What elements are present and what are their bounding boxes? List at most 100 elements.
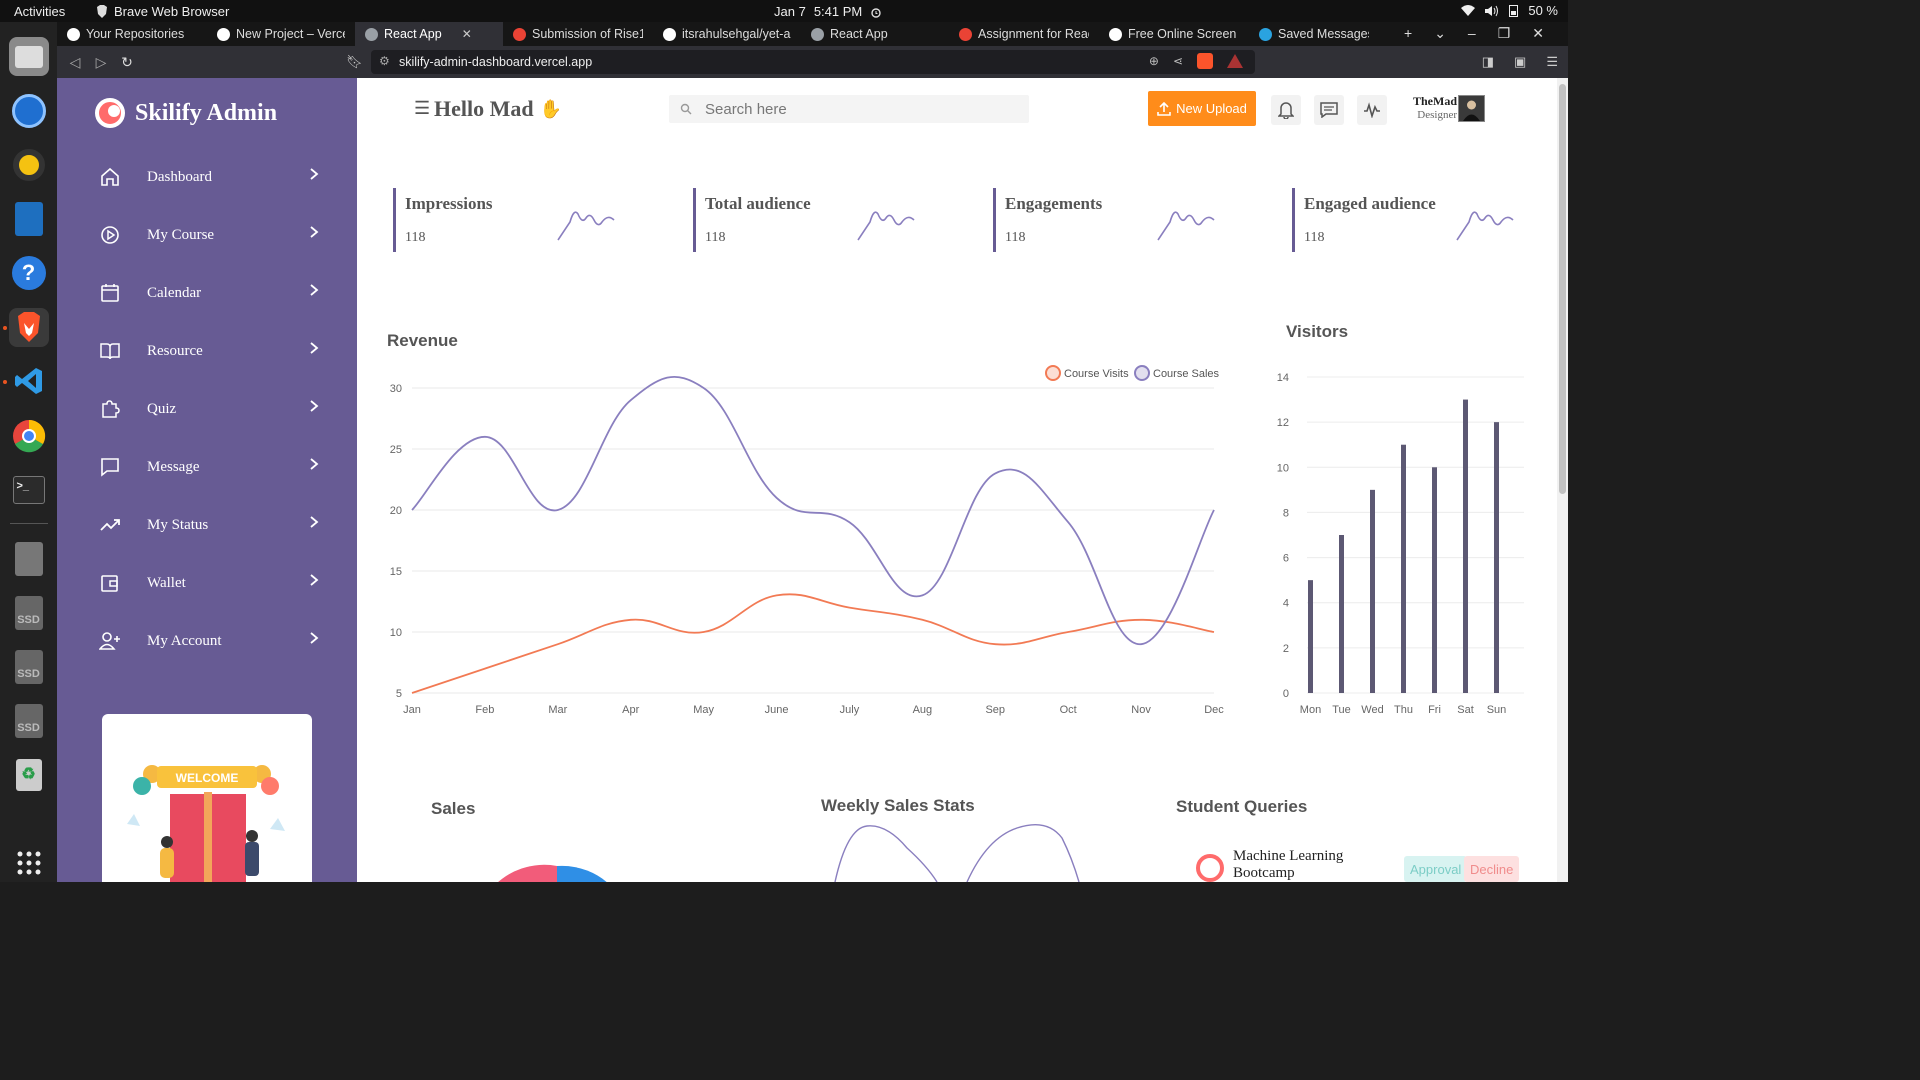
search-box[interactable] [669, 95, 1029, 123]
terminal-icon[interactable]: >_ [9, 470, 49, 509]
x-tick-label: Nov [1131, 704, 1151, 716]
browser-tab[interactable]: React App [801, 22, 949, 46]
bookmark-icon[interactable]: 🔖︎ [346, 54, 363, 70]
system-tray[interactable]: 50 % [1461, 3, 1558, 18]
reload-button[interactable]: ↻ [114, 54, 140, 71]
browser-tab[interactable]: React App ✕ [355, 22, 503, 46]
notifications-button[interactable] [1271, 95, 1301, 125]
dock-separator [9, 523, 48, 525]
scroll-thumb[interactable] [1559, 84, 1566, 494]
close-window-button[interactable]: ✕ [1532, 25, 1544, 42]
y-tick-label: 10 [1277, 462, 1289, 474]
dock: ? >_ SSD SSD SSD ♻ [0, 22, 57, 882]
files-icon[interactable] [8, 37, 49, 77]
sidebar-item-my-status[interactable]: My Status [99, 496, 319, 554]
avatar[interactable] [1458, 95, 1485, 122]
url-tools: ⊕ ⋖ [1149, 53, 1243, 69]
tab-close-icon[interactable]: ✕ [462, 27, 472, 41]
writer-icon[interactable] [9, 199, 49, 238]
back-button[interactable]: ◁ [62, 54, 88, 71]
browser-tab[interactable]: Submission of Rise11 [503, 22, 653, 46]
sidebar-item-resource[interactable]: Resource [99, 322, 319, 380]
brave-shields-icon[interactable] [1197, 53, 1213, 69]
zoom-icon[interactable]: ⊕ [1149, 54, 1159, 68]
stat-card: Impressions 118 [393, 188, 623, 252]
share-icon[interactable]: ⋖ [1173, 54, 1183, 68]
x-tick-label: Aug [913, 704, 933, 716]
sidebar-item-wallet[interactable]: Wallet [99, 554, 319, 612]
play-circle-icon [99, 224, 121, 246]
sidebar-item-label: Resource [147, 342, 203, 359]
series-line-course-visits [411, 593, 1215, 694]
maximize-button[interactable]: ❐ [1498, 25, 1511, 42]
activities-button[interactable]: Activities [14, 4, 65, 19]
menu-icon[interactable]: ☰ [1546, 54, 1558, 70]
welcome-sign-text: WELCOME [176, 771, 239, 785]
thunderbird-icon[interactable] [9, 91, 49, 130]
tab-favicon-icon [959, 27, 972, 41]
chrome-icon[interactable] [9, 416, 49, 455]
approve-button[interactable]: Approval [1404, 856, 1468, 882]
show-apps-icon[interactable] [9, 843, 49, 882]
browser-tab[interactable]: Assignment for Reac [949, 22, 1099, 46]
minimize-button[interactable]: – [1468, 25, 1476, 42]
ssd-drive-icon[interactable]: SSD [9, 648, 49, 687]
chevron-right-icon [309, 632, 319, 649]
drive-icon[interactable] [9, 539, 49, 578]
clock[interactable]: Jan 7 5:41 PM [774, 4, 882, 19]
trash-icon[interactable]: ♻ [9, 756, 49, 795]
bar-sat [1463, 399, 1468, 693]
tab-favicon-icon [1259, 27, 1272, 41]
sidebar-item-quiz[interactable]: Quiz [99, 380, 319, 438]
ssd-drive-icon[interactable]: SSD [9, 593, 49, 632]
x-tick-label: Tue [1332, 704, 1351, 716]
url-text: skilify-admin-dashboard.vercel.app [399, 55, 593, 69]
chevron-right-icon [309, 574, 319, 591]
brave-rewards-icon[interactable] [1227, 54, 1243, 68]
sidebar-item-dashboard[interactable]: Dashboard [99, 148, 319, 206]
sidebar-item-message[interactable]: Message [99, 438, 319, 496]
bar-fri [1432, 467, 1437, 693]
sidebar-toggle-icon[interactable]: ◨ [1482, 54, 1494, 70]
tab-list-button[interactable]: ⌄ [1434, 25, 1446, 42]
new-tab-button[interactable]: + [1404, 25, 1412, 42]
browser-tab[interactable]: itsrahulsehgal/yet-ar [653, 22, 801, 46]
hamburger-menu-icon[interactable]: ☰ [414, 98, 430, 119]
browser-tab[interactable]: Saved Messages [1249, 22, 1379, 46]
chat-icon [1320, 102, 1338, 118]
activity-button[interactable] [1357, 95, 1387, 125]
x-tick-label: June [765, 704, 789, 716]
y-tick-label: 6 [1283, 553, 1289, 565]
tab-favicon-icon [365, 27, 378, 41]
welcome-illustration: WELCOME [102, 714, 312, 882]
browser-tab[interactable]: New Project – Vercel [207, 22, 355, 46]
sidebar-item-calendar[interactable]: Calendar [99, 264, 319, 322]
y-tick-label: 12 [1277, 417, 1289, 429]
help-icon[interactable]: ? [9, 254, 49, 293]
site-info-icon[interactable]: ⚙︎ [379, 54, 390, 68]
decline-button[interactable]: Decline [1464, 856, 1520, 882]
browser-tab[interactable]: Your Repositories [57, 22, 207, 46]
brave-dock-icon[interactable] [2, 307, 49, 347]
active-app-label[interactable]: Brave Web Browser [96, 4, 229, 19]
search-input[interactable] [705, 100, 1005, 118]
page-scrollbar[interactable] [1557, 78, 1568, 882]
url-field[interactable]: ⚙︎ skilify-admin-dashboard.vercel.app ⊕ … [371, 50, 1255, 74]
wallet-icon[interactable]: ▣ [1514, 54, 1526, 70]
sidebar-item-my-course[interactable]: My Course [99, 206, 319, 264]
bar-mon [1308, 580, 1313, 693]
wallet-icon [99, 572, 121, 594]
y-tick-label: 8 [1283, 507, 1289, 519]
forward-button[interactable]: ▷ [88, 54, 114, 71]
messages-button[interactable] [1314, 95, 1344, 125]
browser-tab[interactable]: Free Online Screen Re [1099, 22, 1249, 46]
ssd-drive-icon[interactable]: SSD [9, 702, 49, 741]
vscode-icon[interactable] [2, 362, 49, 401]
new-upload-button[interactable]: New Upload [1148, 91, 1256, 126]
brand[interactable]: Skilify Admin [95, 98, 277, 128]
sales-slice-pink [498, 864, 557, 882]
rhythmbox-icon[interactable] [9, 145, 49, 184]
sidebar-item-my-account[interactable]: My Account [99, 612, 319, 670]
stat-value: 118 [705, 230, 726, 245]
user-info[interactable]: TheMad Designer [1409, 94, 1457, 121]
